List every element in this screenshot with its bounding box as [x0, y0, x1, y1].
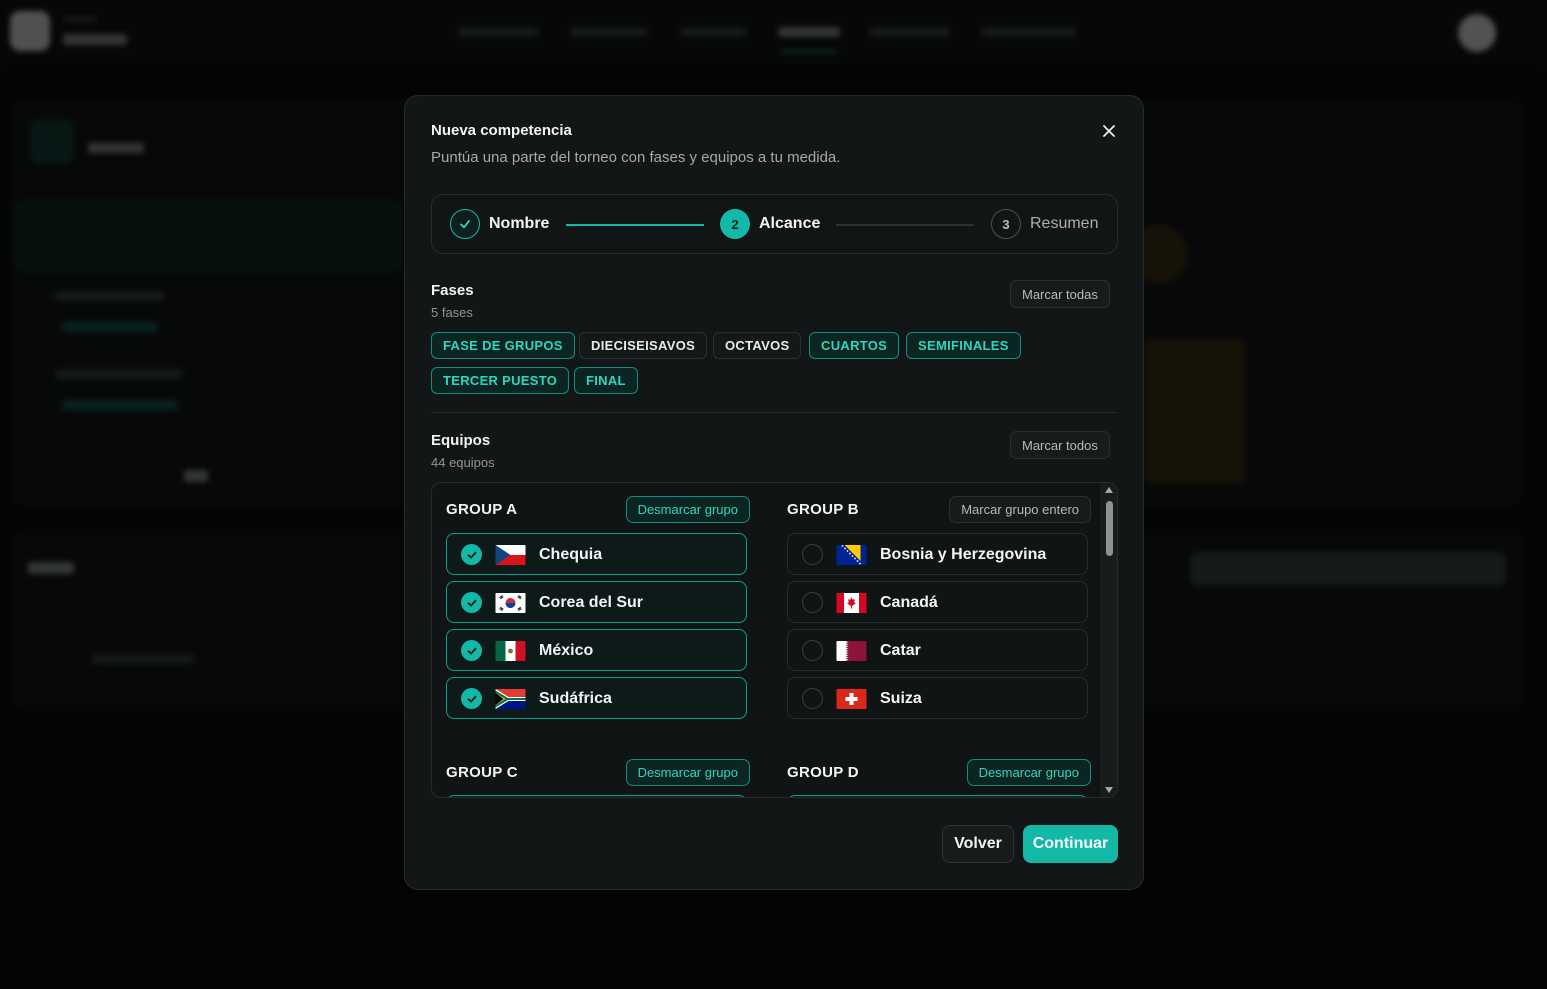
team-option[interactable]: Catar [787, 629, 1088, 671]
group-header: GROUP A Desmarcar grupo [432, 496, 762, 524]
phase-chip[interactable]: CUARTOS [809, 332, 900, 359]
teams-title: Equipos [431, 432, 491, 449]
group-header: GROUP C Desmarcar grupo [432, 759, 762, 787]
step-connector [566, 224, 704, 226]
team-option[interactable]: Chequia [446, 533, 747, 575]
group-header: GROUP D Desmarcar grupo [773, 759, 1103, 787]
phase-chip[interactable]: TERCER PUESTO [431, 367, 570, 394]
step-number: 3 [991, 209, 1021, 239]
checkbox [461, 592, 482, 613]
switzerland-flag-icon [836, 689, 867, 709]
team-option[interactable] [787, 795, 1088, 797]
team-option[interactable]: Suiza [787, 677, 1088, 719]
team-name: Sudáfrica [539, 690, 612, 707]
team-name: Corea del Sur [539, 594, 644, 611]
teams-count: 44 equipos [431, 455, 495, 470]
qatar-flag-icon [836, 641, 867, 661]
scrollbar-thumb[interactable] [1106, 501, 1113, 556]
check-icon [460, 220, 470, 229]
close-button[interactable] [1099, 121, 1119, 141]
teams-scrollbar[interactable] [1100, 483, 1117, 797]
unmark-group-button[interactable]: Desmarcar grupo [625, 496, 750, 523]
bosnia-flag-icon [836, 545, 867, 565]
scroll-down-icon[interactable] [1105, 787, 1113, 793]
team-name: Bosnia y Herzegovina [880, 546, 1047, 563]
phases-title: Fases [431, 282, 474, 299]
phase-chip[interactable]: OCTAVOS [713, 332, 802, 359]
step-connector [836, 224, 974, 226]
group-header: GROUP B Marcar grupo entero [773, 496, 1103, 524]
step-label: Resumen [1030, 215, 1099, 232]
step-nombre[interactable]: Nombre [450, 209, 549, 239]
step-resumen[interactable]: 3 Resumen [991, 209, 1098, 239]
close-icon [1103, 125, 1115, 137]
mark-all-phases-button[interactable]: Marcar todas [1010, 280, 1110, 308]
group-name: GROUP B [787, 501, 859, 518]
step-number: 2 [720, 209, 750, 239]
step-alcance[interactable]: 2 Alcance [720, 209, 820, 239]
south-korea-flag-icon [495, 593, 526, 613]
czech-flag-icon [495, 545, 526, 565]
canada-flag-icon [836, 593, 867, 613]
step-label: Alcance [759, 215, 821, 232]
team-option[interactable]: Canadá [787, 581, 1088, 623]
mexico-flag-icon [495, 641, 526, 661]
scroll-up-icon[interactable] [1105, 487, 1113, 493]
back-button[interactable]: Volver [942, 825, 1014, 863]
check-icon [467, 599, 476, 606]
team-name: Suiza [880, 690, 922, 707]
unmark-group-button[interactable]: Desmarcar grupo [966, 759, 1091, 786]
check-icon [467, 551, 476, 558]
unmark-group-button[interactable]: Desmarcar grupo [625, 759, 750, 786]
group-name: GROUP A [446, 501, 518, 518]
checkbox [802, 640, 823, 661]
teams-list: GROUP A Desmarcar grupo Chequia Corea de… [431, 482, 1118, 798]
continue-button[interactable]: Continuar [1023, 825, 1118, 863]
phase-chip[interactable]: SEMIFINALES [906, 332, 1021, 359]
checkbox [802, 592, 823, 613]
team-name: Chequia [539, 546, 603, 563]
team-option[interactable]: Sudáfrica [446, 677, 747, 719]
team-name: Catar [880, 642, 921, 659]
phase-chip[interactable]: DIECISEISAVOS [579, 332, 708, 359]
phase-chip[interactable]: FASE DE GRUPOS [431, 332, 575, 359]
mark-all-teams-button[interactable]: Marcar todos [1010, 431, 1110, 459]
team-option[interactable]: Bosnia y Herzegovina [787, 533, 1088, 575]
modal-title: Nueva competencia [431, 122, 572, 139]
team-name: México [539, 642, 594, 659]
phase-chip[interactable]: FINAL [574, 367, 638, 394]
team-name: Canadá [880, 594, 938, 611]
checkbox [461, 688, 482, 709]
group-name: GROUP D [787, 764, 859, 781]
modal-subtitle: Puntúa una parte del torneo con fases y … [431, 149, 841, 166]
team-option[interactable]: Corea del Sur [446, 581, 747, 623]
checkbox [461, 544, 482, 565]
step-check-circle [450, 209, 480, 239]
mark-group-button[interactable]: Marcar grupo entero [949, 496, 1091, 523]
team-option[interactable] [446, 795, 747, 797]
step-label: Nombre [489, 215, 550, 232]
new-competition-modal: Nueva competencia Puntúa una parte del t… [404, 95, 1144, 890]
section-divider [431, 412, 1118, 413]
check-icon [467, 647, 476, 654]
team-option[interactable]: México [446, 629, 747, 671]
south-africa-flag-icon [495, 689, 526, 709]
checkbox [802, 544, 823, 565]
checkbox [802, 688, 823, 709]
group-name: GROUP C [446, 764, 518, 781]
phases-count: 5 fases [431, 305, 473, 320]
stepper: Nombre 2 Alcance 3 Resumen [431, 194, 1118, 254]
checkbox [461, 640, 482, 661]
check-icon [467, 695, 476, 702]
